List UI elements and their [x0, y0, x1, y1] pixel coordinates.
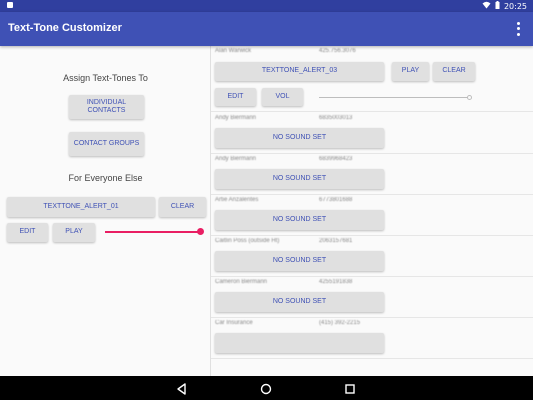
- navigation-bar: [0, 376, 533, 400]
- contact-name: Andy Biermann: [215, 115, 257, 121]
- status-time: 20:25: [503, 1, 527, 11]
- assign-heading: Assign Text-Tones To: [63, 73, 148, 83]
- contact-number: 6835003013: [319, 115, 353, 121]
- battery-icon: [495, 1, 500, 11]
- everyone-heading: For Everyone Else: [68, 173, 143, 183]
- volume-slider-track[interactable]: [105, 231, 200, 233]
- contact-number: 4255191838: [319, 279, 353, 285]
- contact-edit-button[interactable]: EDIT: [215, 88, 256, 106]
- status-bar: 20:25: [0, 0, 533, 12]
- app-title: Text-Tone Customizer: [8, 22, 122, 34]
- contact-name: Cameron Biermann: [215, 279, 268, 285]
- wifi-icon: [482, 1, 491, 11]
- contact-number: (415) 392-2215: [319, 320, 361, 326]
- contact-tone-button[interactable]: TEXTTONE_ALERT_03: [215, 62, 384, 81]
- contact-name: Artie Anzalentes: [215, 197, 259, 203]
- contact-tone-button[interactable]: NO SOUND SET: [215, 169, 384, 189]
- contact-volume-slider[interactable]: [319, 97, 469, 98]
- default-tone-panel: Assign Text-Tones To INDIVIDUAL CONTACTS…: [0, 46, 211, 376]
- contact-number: 6773801688: [319, 197, 353, 203]
- clear-button[interactable]: CLEAR: [159, 197, 206, 217]
- contact-tone-button[interactable]: NO SOUND SET: [215, 210, 384, 230]
- app-bar: Text-Tone Customizer: [0, 12, 533, 46]
- contact-number: 6839968423: [319, 156, 353, 162]
- contact-name: Car Insurance: [215, 320, 253, 326]
- list-item: Cameron Biermann 4255191838 NO SOUND SET: [211, 277, 533, 318]
- volume-slider-thumb[interactable]: [196, 228, 204, 235]
- list-item: Caitlin Poss (outside Ht) 2063157681 NO …: [211, 236, 533, 277]
- contact-tone-button[interactable]: NO SOUND SET: [215, 128, 384, 148]
- contact-tone-button[interactable]: NO SOUND SET: [215, 292, 384, 312]
- back-triangle-icon[interactable]: [175, 381, 189, 395]
- contact-play-button[interactable]: PLAY: [392, 62, 429, 81]
- contact-tone-button[interactable]: [215, 333, 384, 353]
- android-notification-icon: [6, 1, 14, 11]
- recents-square-icon[interactable]: [343, 381, 357, 395]
- list-item: Car Insurance (415) 392-2215: [211, 318, 533, 359]
- play-button[interactable]: PLAY: [53, 223, 95, 242]
- home-circle-icon[interactable]: [259, 381, 273, 395]
- contact-name: Andy Biermann: [215, 156, 257, 162]
- contact-vol-button[interactable]: VOL: [262, 88, 303, 106]
- contact-number: 2063157681: [319, 238, 353, 244]
- contact-number: 425.756.3076: [319, 48, 356, 54]
- edit-button[interactable]: EDIT: [7, 223, 48, 242]
- contact-tone-button[interactable]: NO SOUND SET: [215, 251, 384, 271]
- list-item: Andy Biermann 6839968423 NO SOUND SET: [211, 154, 533, 195]
- contact-volume-thumb[interactable]: [467, 95, 472, 100]
- overflow-menu-icon[interactable]: [513, 21, 523, 37]
- contact-clear-button[interactable]: CLEAR: [433, 62, 475, 81]
- list-item: Artie Anzalentes 6773801688 NO SOUND SET: [211, 195, 533, 236]
- contact-list: Alan Warwick 425.756.3076 TEXTTONE_ALERT…: [211, 46, 533, 376]
- contact-groups-button[interactable]: CONTACT GROUPS: [69, 132, 144, 156]
- contact-name: Caitlin Poss (outside Ht): [215, 238, 280, 244]
- contact-name: Alan Warwick: [215, 48, 252, 54]
- default-tone-button[interactable]: TEXTTONE_ALERT_01: [7, 197, 155, 217]
- list-item: Alan Warwick 425.756.3076 TEXTTONE_ALERT…: [211, 46, 533, 112]
- list-item: Andy Biermann 6835003013 NO SOUND SET: [211, 113, 533, 154]
- individual-contacts-button[interactable]: INDIVIDUAL CONTACTS: [69, 95, 144, 119]
